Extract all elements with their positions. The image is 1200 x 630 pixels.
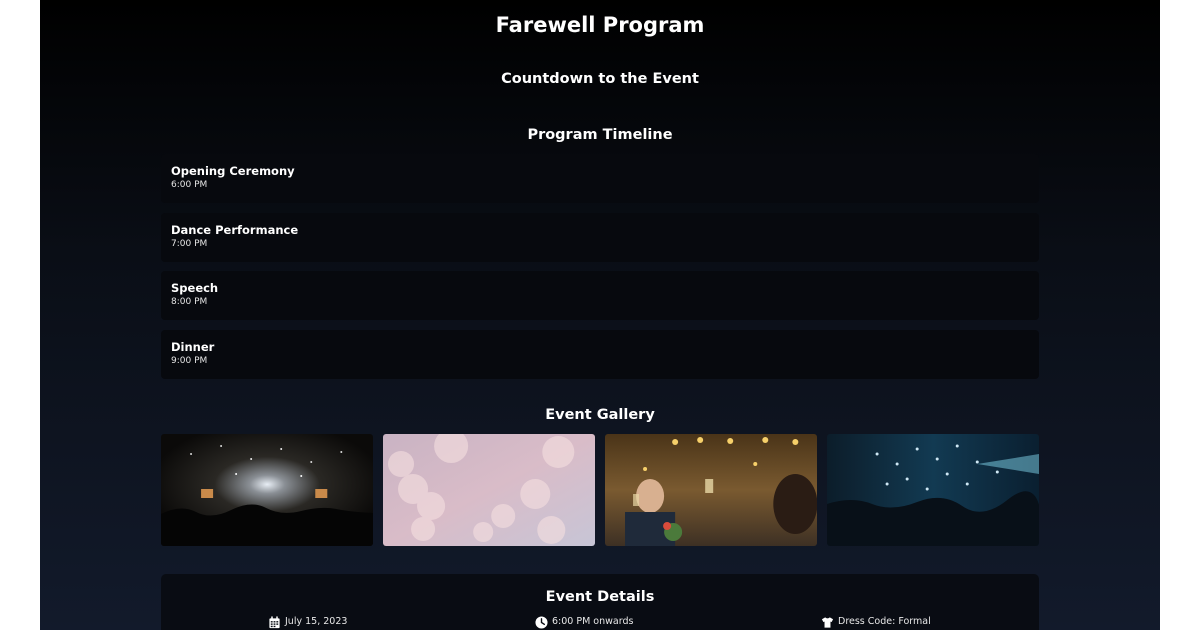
timeline-item: Dinner 9:00 PM [161,329,1039,379]
gallery-photo-concert[interactable] [161,434,374,546]
gallery-photo-bokeh[interactable] [382,434,596,546]
timeline-item-name: Dinner [171,339,215,354]
timeline-item-name: Speech [171,281,219,295]
farewell-page: Farewell Program Countdown to the Event … [40,0,1160,630]
timeline-item-time: 7:00 PM [171,238,208,249]
gallery-photo-dinner[interactable] [604,434,818,546]
details-heading: Event Details [545,589,655,605]
detail-time: 6:00 PM onwards [535,615,633,629]
detail-dress-code: Dress Code: Formal [821,615,931,629]
program-timeline: Opening Ceremony 6:00 PM Dance Performan… [161,154,1039,388]
timeline-item-name: Dance Performance [171,222,299,237]
gallery-heading: Event Gallery [545,407,655,423]
detail-dress-text: Dress Code: Formal [838,616,931,627]
shirt-icon [821,616,834,628]
timeline-item: Dance Performance 7:00 PM [161,212,1039,262]
detail-time-text: 6:00 PM onwards [552,616,634,627]
detail-date-text: July 15, 2023 [285,616,348,627]
gallery-photo-confetti[interactable] [826,434,1039,546]
detail-date: July 15, 2023 [268,615,347,629]
timeline-item: Opening Ceremony 6:00 PM [161,154,1039,203]
timeline-item-time: 8:00 PM [171,297,208,307]
timeline-item-time: 9:00 PM [171,355,208,366]
event-gallery [161,434,1039,546]
page-title: Farewell Program [495,13,705,37]
clock-icon [535,615,548,629]
calendar-icon [269,615,280,628]
timeline-item-time: 6:00 PM [171,180,208,190]
timeline-item: Speech 8:00 PM [161,271,1039,320]
timeline-heading: Program Timeline [527,127,673,143]
timeline-item-name: Opening Ceremony [171,164,295,178]
countdown-heading: Countdown to the Event [501,71,699,87]
event-details-card: Event Details July 15, 2023 6:00 PM onwa… [161,574,1039,630]
